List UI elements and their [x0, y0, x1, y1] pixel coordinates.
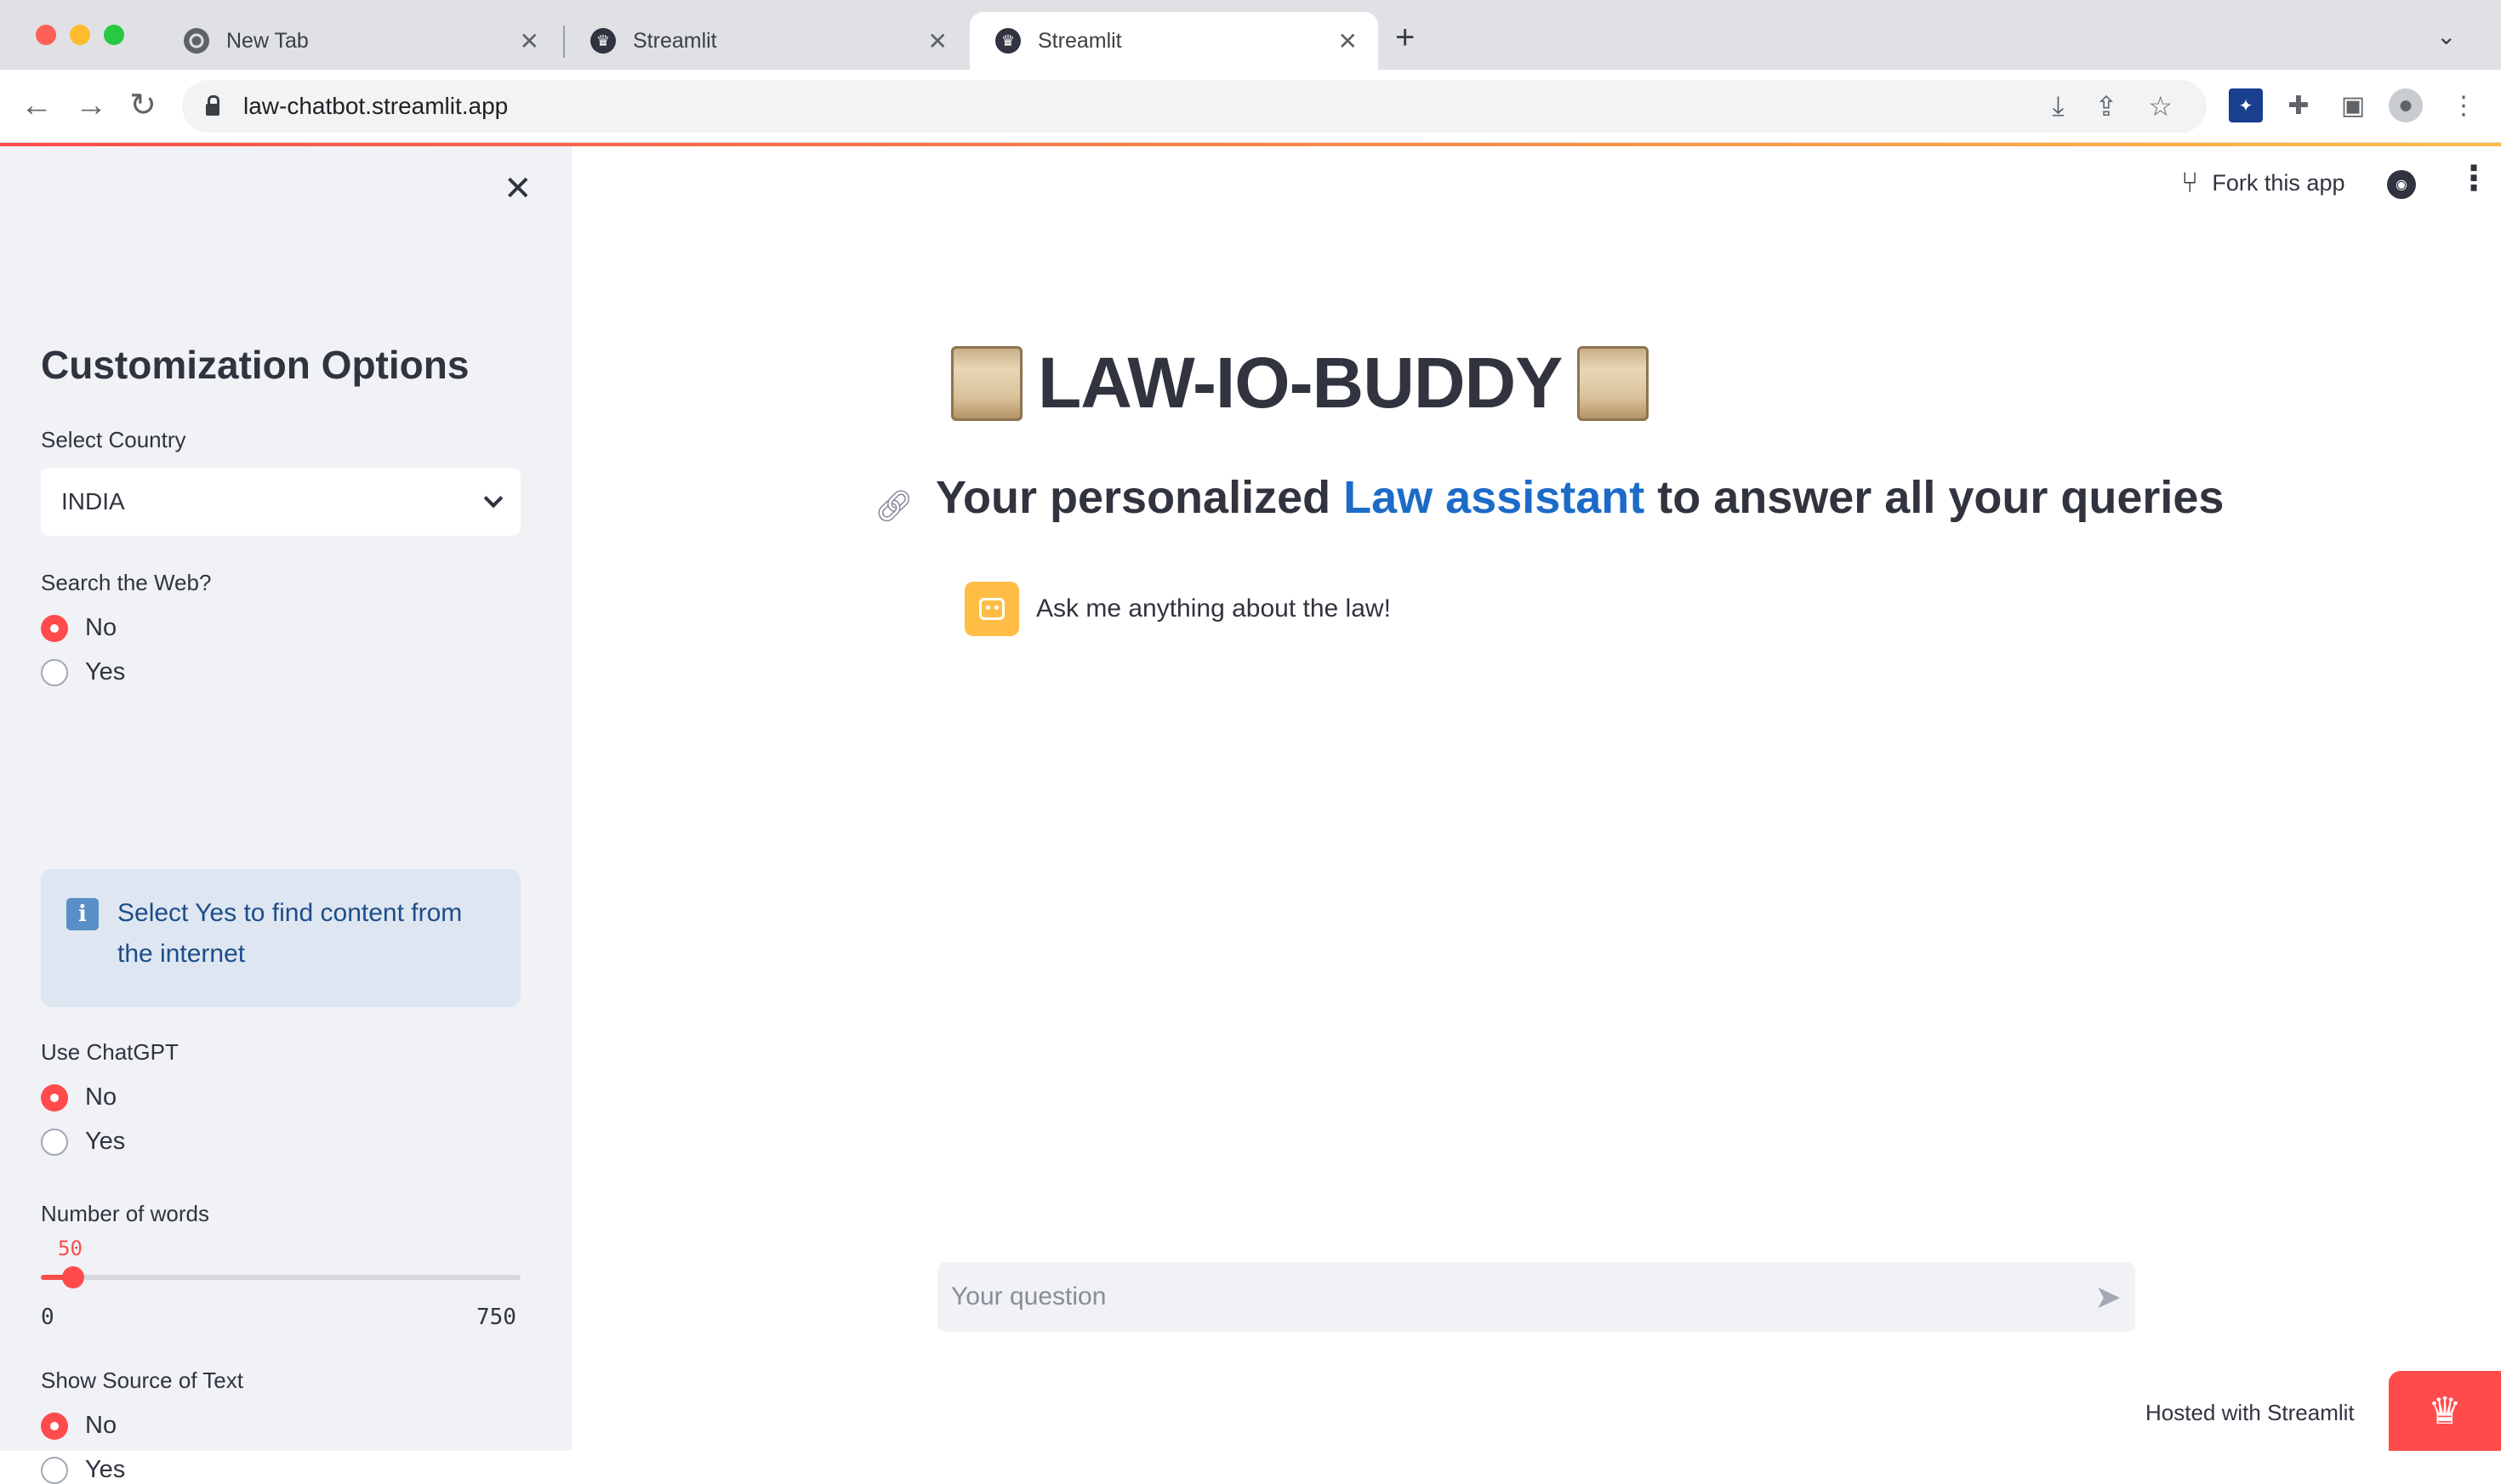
radio-selected-icon — [41, 1083, 68, 1112]
forward-arrow-icon[interactable]: → — [75, 87, 107, 124]
address-bar[interactable]: law-chatbot.streamlit.app ⤓ ⇪ ☆ — [182, 80, 2207, 133]
scroll-icon — [1577, 345, 1649, 421]
country-select[interactable]: INDIA — [41, 468, 521, 536]
fork-app-button[interactable]: ⑂ Fork this app — [2181, 167, 2344, 200]
show-source-label: Show Source of Text — [41, 1367, 243, 1393]
streamlit-app: ✕ Customization Options Select Country I… — [0, 143, 2501, 1484]
close-icon[interactable]: ✕ — [520, 27, 539, 55]
share-icon[interactable]: ⇪ — [2095, 90, 2118, 122]
profile-icon[interactable]: ● — [2389, 88, 2423, 122]
url-text: law-chatbot.streamlit.app — [243, 93, 509, 119]
hosted-with-streamlit-text[interactable]: Hosted with Streamlit — [2145, 1400, 2355, 1426]
chrome-icon — [184, 28, 209, 54]
use-chatgpt-label: Use ChatGPT — [41, 1039, 179, 1065]
install-icon[interactable]: ⤓ — [2052, 90, 2064, 122]
extension-icon[interactable]: ✦ — [2229, 88, 2263, 122]
browser-toolbar: ← → ↻ law-chatbot.streamlit.app ⤓ ⇪ ☆ ✦ … — [0, 70, 2501, 143]
page-subtitle: Your personalized Law assistant to answe… — [936, 471, 2224, 524]
reload-icon[interactable]: ↻ — [129, 87, 157, 124]
radio-unselected-icon — [41, 1128, 68, 1156]
new-tab-button[interactable]: + — [1395, 20, 1415, 54]
sidebar: ✕ Customization Options Select Country I… — [0, 146, 572, 1484]
chevron-down-icon[interactable]: ⌄ — [2436, 22, 2456, 50]
omnibox-actions: ⤓ ⇪ ☆ — [2052, 90, 2173, 122]
close-icon[interactable]: ✕ — [504, 172, 533, 206]
chevron-down-icon — [483, 488, 504, 509]
subtitle-accent: Law assistant — [1343, 472, 1645, 523]
radio-label: No — [85, 1083, 117, 1111]
radio-unselected-icon — [41, 1456, 68, 1484]
tab-streamlit[interactable]: ♛ Streamlit ✕ — [565, 12, 968, 70]
words-slider[interactable] — [41, 1266, 521, 1288]
close-icon[interactable]: ✕ — [1338, 27, 1358, 55]
search-web-yes-radio[interactable]: Yes — [41, 658, 125, 686]
radio-label: No — [85, 614, 117, 641]
tab-new-tab[interactable]: New Tab ✕ — [158, 12, 560, 70]
info-text: Select Yes to find content from the inte… — [117, 899, 463, 968]
tab-strip: New Tab ✕ ♛ Streamlit ✕ ♛ Streamlit ✕ + … — [0, 0, 2501, 70]
country-value: INDIA — [61, 488, 125, 515]
title-text: LAW-IO-BUDDY — [1038, 343, 1563, 423]
sidebar-title: Customization Options — [41, 343, 470, 387]
radio-selected-icon — [41, 614, 68, 642]
github-icon[interactable]: ◉ — [2387, 170, 2416, 199]
message-text: Ask me anything about the law! — [1036, 594, 1391, 623]
radio-label: Yes — [85, 1128, 126, 1155]
radio-selected-icon — [41, 1412, 68, 1440]
window-close-button[interactable] — [36, 25, 56, 45]
show-source-yes-radio[interactable]: Yes — [41, 1456, 125, 1484]
slider-handle[interactable] — [61, 1266, 84, 1288]
streamlit-icon: ♛ — [590, 28, 616, 54]
browser-window: New Tab ✕ ♛ Streamlit ✕ ♛ Streamlit ✕ + … — [0, 0, 2501, 1484]
show-source-no-radio[interactable]: No — [41, 1412, 117, 1440]
radio-label: No — [85, 1412, 117, 1439]
assistant-message: Ask me anything about the law! — [965, 582, 1391, 636]
subtitle-post: to answer all your queries — [1644, 472, 2225, 523]
chat-input-box[interactable]: ➤ — [937, 1262, 2135, 1332]
tab-title: Streamlit — [633, 28, 717, 53]
puzzle-icon[interactable]: ✚ — [2282, 88, 2316, 122]
slider-min-label: 0 — [41, 1305, 54, 1330]
subtitle-pre: Your personalized — [936, 472, 1344, 523]
page-title: LAW-IO-BUDDY — [936, 342, 1664, 424]
link-icon[interactable]: 🔗︎ — [874, 488, 914, 524]
use-chatgpt-no-radio[interactable]: No — [41, 1083, 117, 1112]
menu-kebab-icon[interactable]: ⋮ — [2457, 162, 2491, 196]
close-icon[interactable]: ✕ — [928, 27, 948, 55]
words-label: Number of words — [41, 1201, 209, 1226]
star-icon[interactable]: ☆ — [2148, 90, 2173, 122]
fork-icon: ⑂ — [2181, 167, 2199, 199]
tab-title: Streamlit — [1038, 28, 1122, 53]
search-web-no-radio[interactable]: No — [41, 614, 117, 642]
tab-title: New Tab — [226, 28, 309, 53]
window-zoom-button[interactable] — [104, 25, 124, 45]
bot-avatar-icon — [965, 582, 1019, 636]
slider-current-value: 50 — [58, 1237, 83, 1260]
info-icon: i — [66, 898, 99, 930]
side-panel-icon[interactable]: ▣ — [2336, 88, 2370, 122]
window-minimize-button[interactable] — [70, 25, 90, 45]
tab-streamlit-active[interactable]: ♛ Streamlit ✕ — [970, 12, 1378, 70]
info-alert: i Select Yes to find content from the in… — [41, 869, 521, 1007]
streamlit-icon: ♛ — [995, 28, 1021, 54]
search-web-label: Search the Web? — [41, 570, 212, 595]
use-chatgpt-yes-radio[interactable]: Yes — [41, 1128, 125, 1156]
radio-label: Yes — [85, 658, 126, 685]
send-icon[interactable]: ➤ — [2094, 1278, 2122, 1316]
back-arrow-icon[interactable]: ← — [20, 87, 53, 124]
lock-icon — [206, 95, 219, 116]
fork-label: Fork this app — [2212, 170, 2345, 196]
radio-label: Yes — [85, 1456, 126, 1483]
question-input[interactable] — [951, 1282, 2095, 1311]
radio-unselected-icon — [41, 658, 68, 686]
country-label: Select Country — [41, 427, 186, 452]
scroll-icon — [951, 345, 1023, 421]
slider-max-label: 750 — [476, 1305, 516, 1330]
streamlit-badge-icon[interactable]: ♛ — [2389, 1371, 2501, 1451]
menu-kebab-icon[interactable]: ⋮ — [2447, 88, 2481, 122]
